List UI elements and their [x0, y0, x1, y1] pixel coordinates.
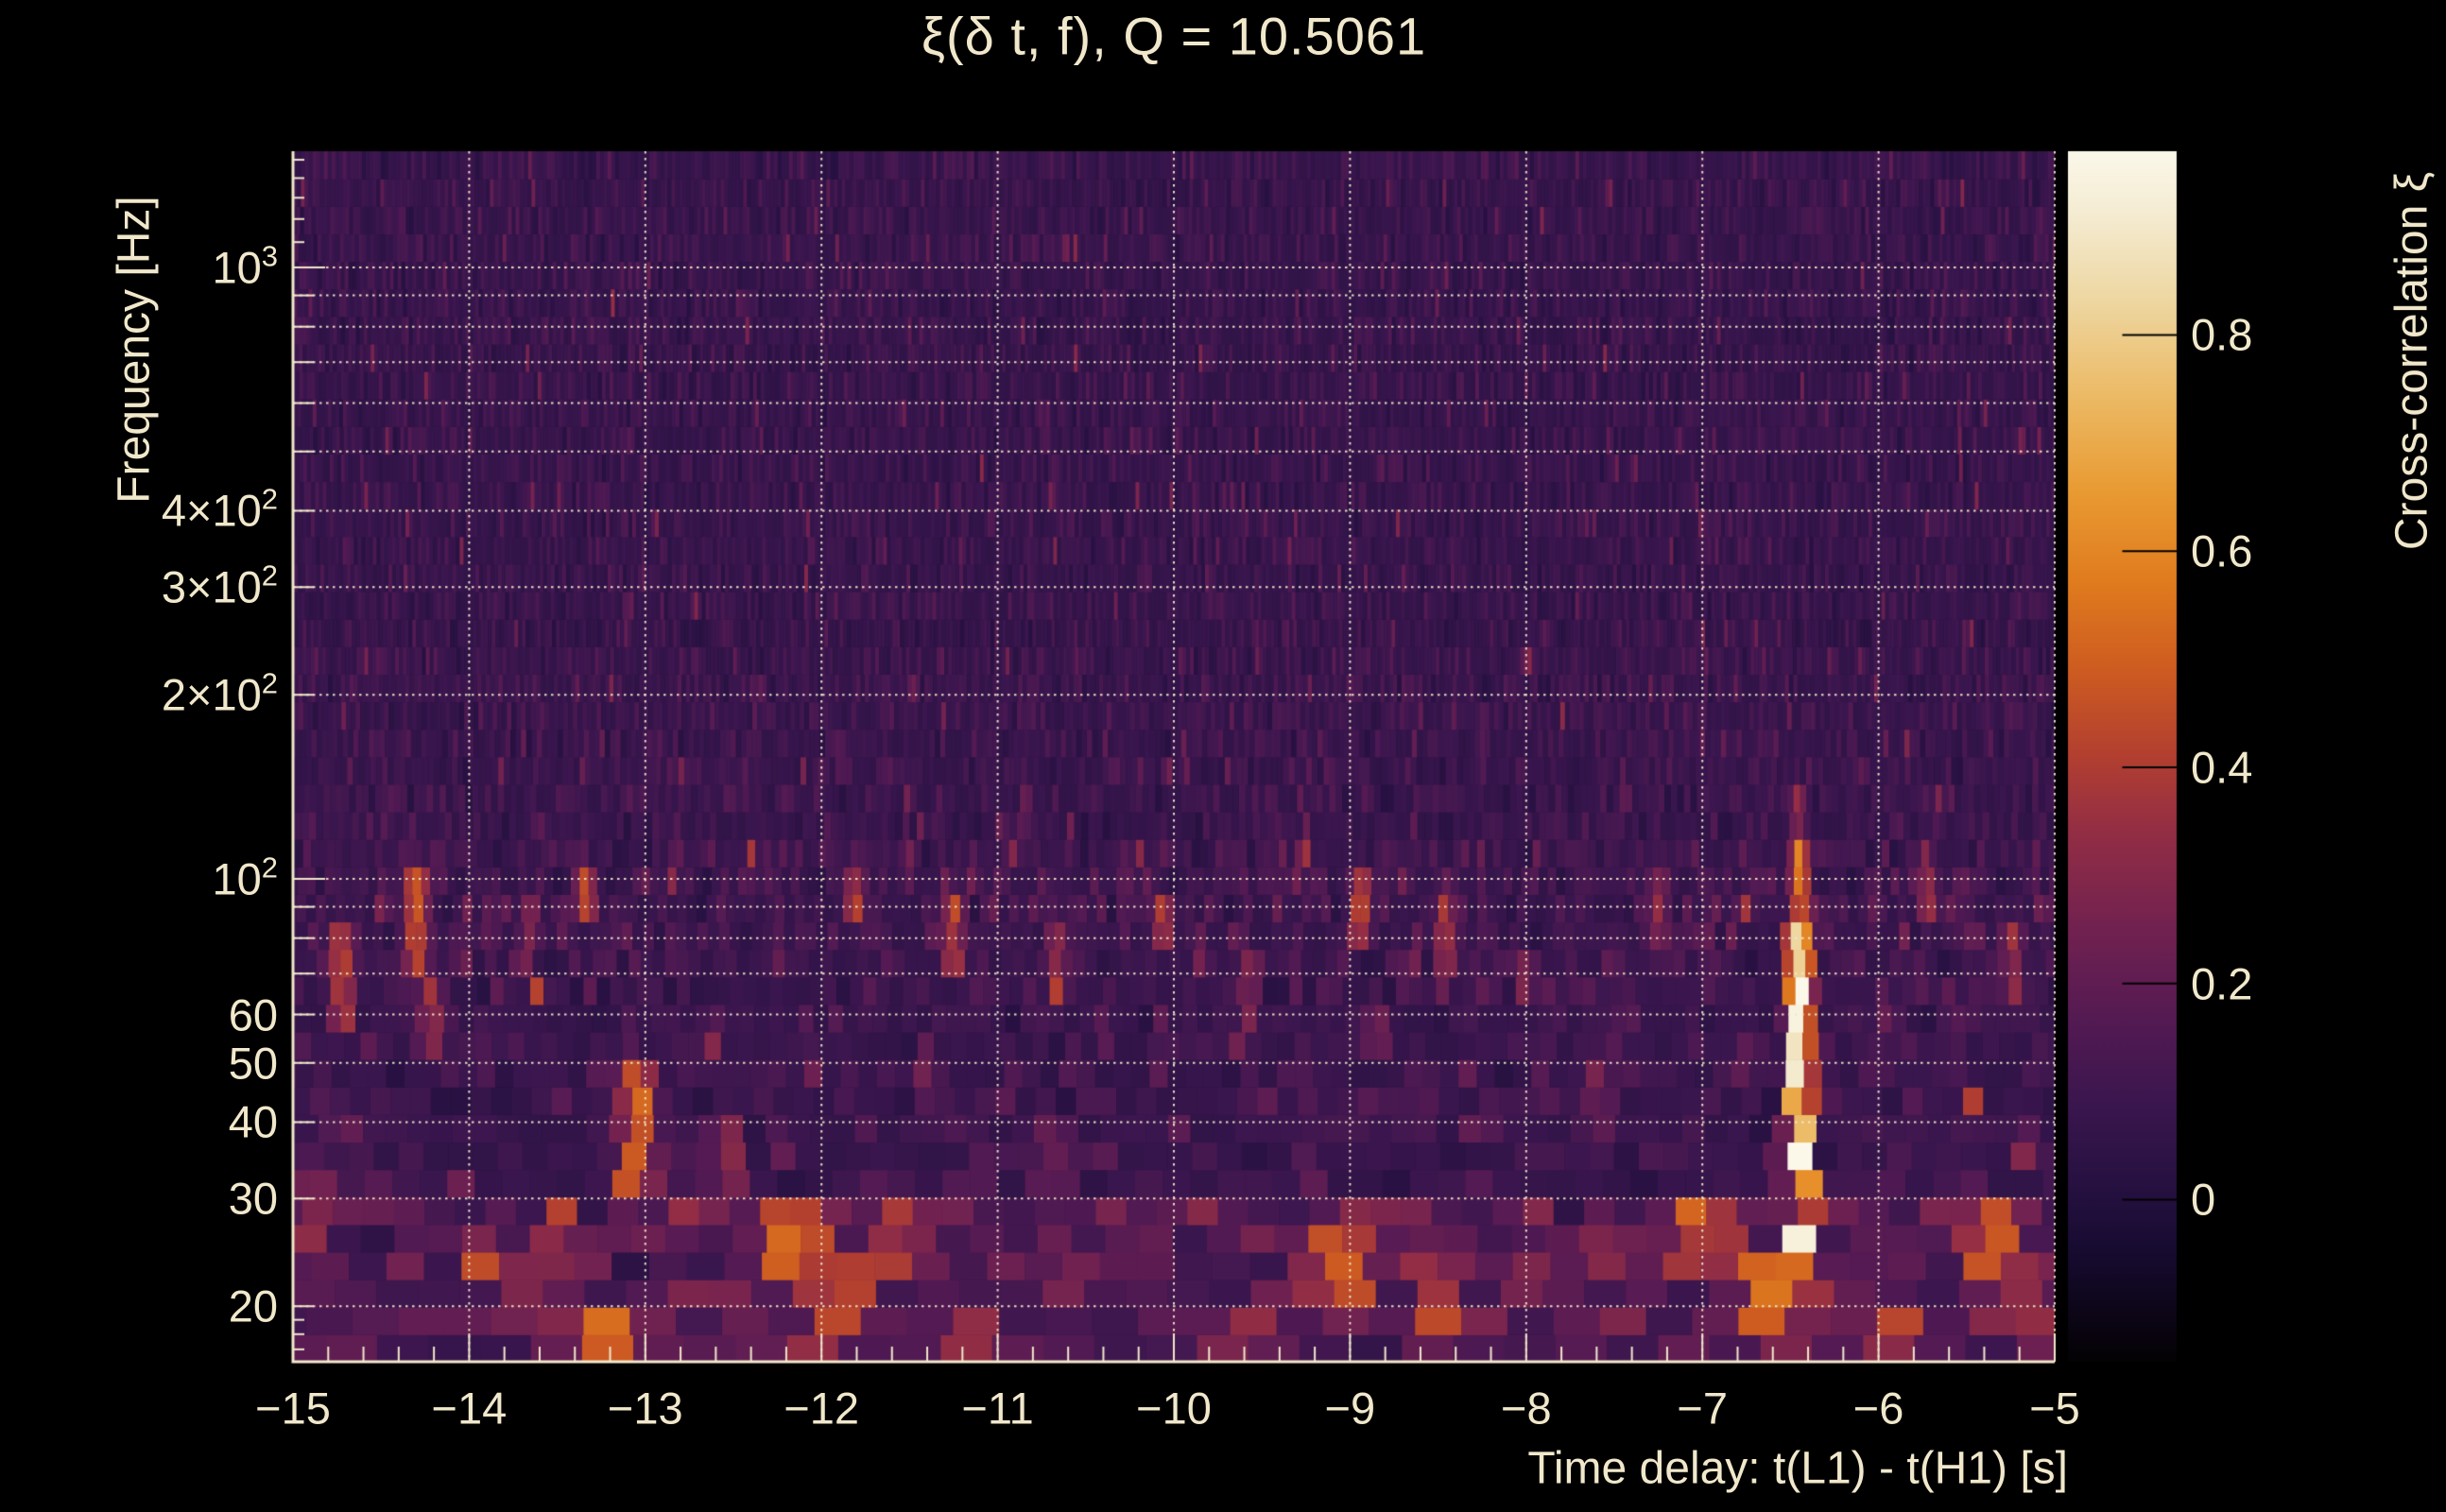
x-axis-title: Time delay: t(L1) - t(H1) [s] — [1527, 1443, 2068, 1494]
y-tick-mantissa: 30 — [228, 1173, 278, 1224]
y-tick-label: 3×102 — [161, 558, 278, 613]
x-tick-label: −15 — [255, 1383, 331, 1434]
qscan-cross-correlation-figure: ξ(δ t, f), Q = 10.5061 Frequency [Hz] Ti… — [0, 0, 2446, 1512]
y-tick-mantissa: 40 — [228, 1096, 278, 1147]
x-tick-label: −11 — [961, 1383, 1034, 1434]
y-tick-mantissa: 10 — [212, 242, 262, 293]
correlation-heatmap-canvas — [0, 0, 2446, 1512]
colorbar-tick-label: 0.2 — [2191, 958, 2253, 1009]
y-tick-label: 50 — [229, 1037, 278, 1089]
y-tick-exponent: 2 — [261, 666, 278, 700]
y-tick-mantissa: 50 — [228, 1038, 278, 1089]
y-tick-label: 103 — [212, 239, 278, 294]
y-tick-label: 2×102 — [161, 666, 278, 721]
y-tick-label: 20 — [229, 1280, 278, 1332]
y-tick-mantissa: 10 — [212, 853, 262, 904]
x-tick-label: −8 — [1501, 1383, 1552, 1434]
y-tick-exponent: 2 — [261, 482, 278, 516]
y-tick-label: 60 — [229, 988, 278, 1040]
x-tick-label: −9 — [1324, 1383, 1376, 1434]
colorbar-tick-label: 0.8 — [2191, 309, 2253, 360]
plot-title: ξ(δ t, f), Q = 10.5061 — [921, 6, 1427, 66]
colorbar-title: Cross-correlation ξ — [2386, 171, 2437, 551]
y-tick-mantissa: 4×10 — [161, 485, 262, 536]
y-tick-exponent: 2 — [261, 850, 278, 885]
colorbar-tick-label: 0.4 — [2191, 742, 2253, 793]
y-tick-mantissa: 3×10 — [161, 561, 262, 612]
y-tick-mantissa: 20 — [228, 1280, 278, 1332]
y-tick-label: 30 — [229, 1173, 278, 1225]
x-tick-label: −7 — [1677, 1383, 1728, 1434]
y-tick-exponent: 2 — [261, 558, 278, 593]
colorbar-tick-label: 0.6 — [2191, 525, 2253, 576]
x-tick-label: −13 — [607, 1383, 683, 1434]
x-tick-label: −10 — [1136, 1383, 1212, 1434]
y-tick-mantissa: 60 — [228, 989, 278, 1040]
x-tick-label: −14 — [431, 1383, 508, 1434]
y-tick-exponent: 3 — [261, 239, 278, 273]
x-tick-label: −5 — [2029, 1383, 2080, 1434]
x-tick-label: −6 — [1852, 1383, 1904, 1434]
colorbar-tick-label: 0 — [2191, 1174, 2216, 1225]
y-tick-label: 40 — [229, 1096, 278, 1148]
x-tick-label: −12 — [784, 1383, 860, 1434]
y-tick-label: 102 — [212, 850, 278, 905]
y-tick-mantissa: 2×10 — [161, 669, 262, 720]
y-axis-title: Frequency [Hz] — [109, 196, 160, 504]
y-tick-label: 4×102 — [161, 482, 278, 537]
